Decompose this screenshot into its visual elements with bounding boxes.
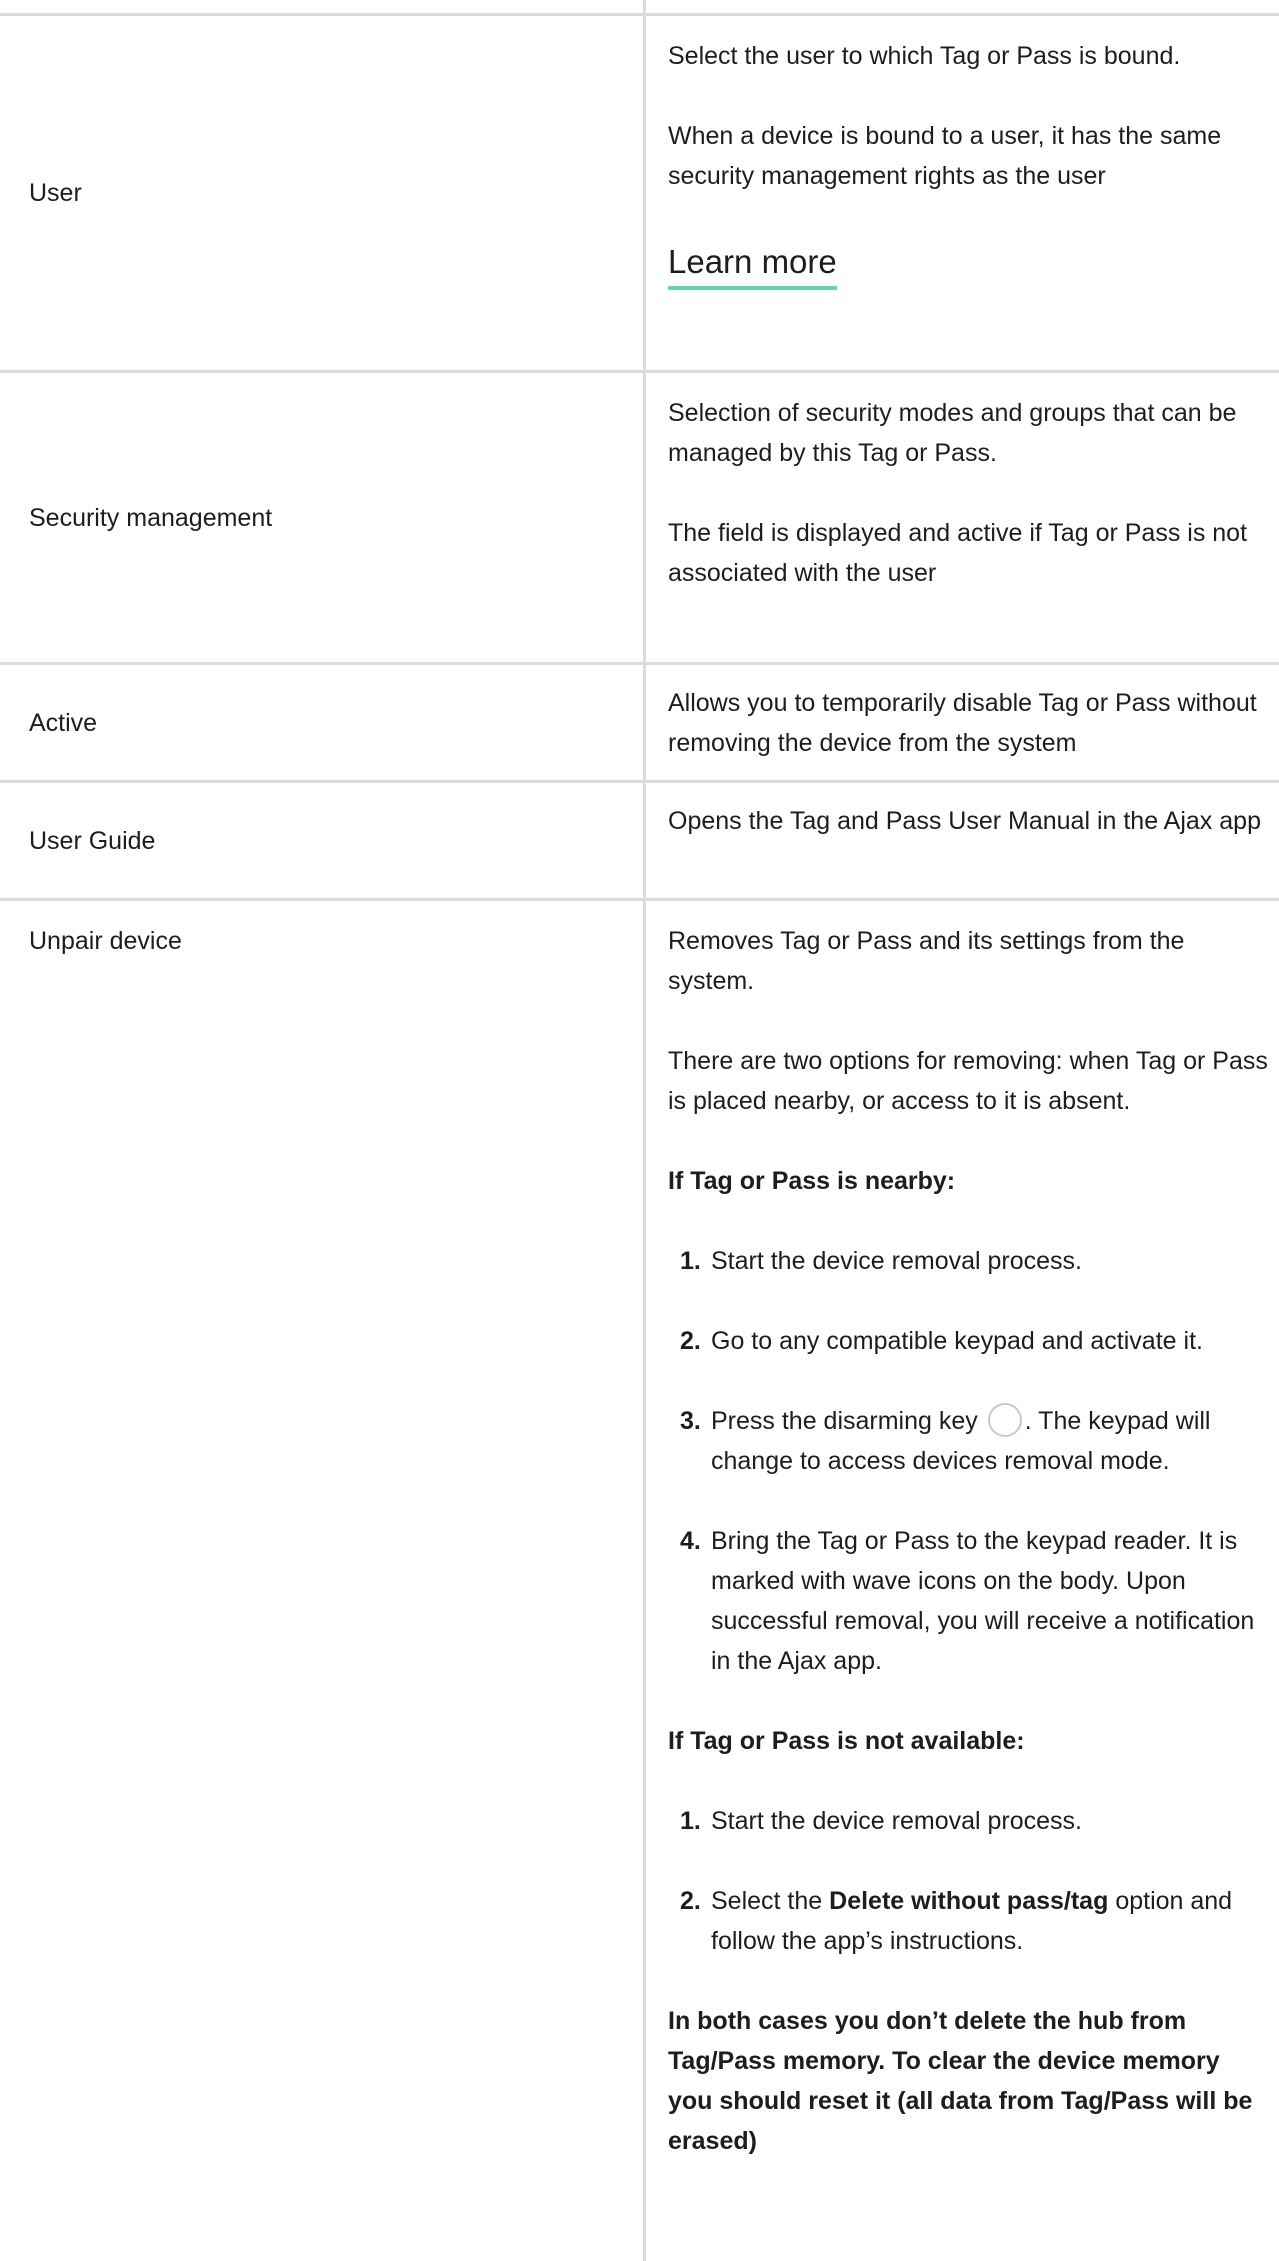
setting-desc-user: Select the user to which Tag or Pass is … <box>646 16 1279 370</box>
desc-paragraph: Opens the Tag and Pass User Manual in th… <box>668 807 1261 835</box>
step-text-before: Select the <box>711 1887 823 1915</box>
setting-name-user-guide: User Guide <box>0 783 646 898</box>
list-item: 1. Start the device removal process. <box>680 1241 1269 1281</box>
list-item: 2. Go to any compatible keypad and activ… <box>680 1321 1269 1361</box>
table-row-unpair-device: Unpair device Removes Tag or Pass and it… <box>0 901 1279 2261</box>
nearby-heading: If Tag or Pass is nearby: <box>668 1167 956 1195</box>
setting-name-security-management: Security management <box>0 373 646 662</box>
step-number: 4. <box>680 1527 701 1555</box>
step-text: Press the disarming key . The keypad wil… <box>711 1401 1269 1481</box>
desc-paragraph: There are two options for removing: when… <box>668 1047 1268 1115</box>
step-number: 3. <box>680 1407 701 1435</box>
setting-desc-security-management: Selection of security modes and groups t… <box>646 373 1279 662</box>
step-number: 2. <box>680 1327 701 1355</box>
list-item: 1. Start the device removal process. <box>680 1801 1269 1841</box>
table-row-previous <box>0 0 1279 16</box>
list-item: 2. Select the Delete without pass/tag op… <box>680 1881 1269 1961</box>
unavailable-steps-list: 1. Start the device removal process. 2. … <box>668 1801 1269 1961</box>
desc-paragraph: Select the user to which Tag or Pass is … <box>668 42 1181 70</box>
setting-desc-user-guide: Opens the Tag and Pass User Manual in th… <box>646 783 1279 898</box>
step-number: 2. <box>680 1887 701 1915</box>
list-item: 4. Bring the Tag or Pass to the keypad r… <box>680 1521 1269 1681</box>
table-cell-name <box>0 0 646 13</box>
table-row-security-management: Security management Selection of securit… <box>0 373 1279 665</box>
nearby-steps-list: 1. Start the device removal process. 2. … <box>668 1241 1269 1681</box>
disarm-key-icon <box>987 1403 1022 1437</box>
step-text: Select the Delete without pass/tag optio… <box>711 1881 1269 1961</box>
table-row-user: User Select the user to which Tag or Pas… <box>0 16 1279 373</box>
unavailable-heading: If Tag or Pass is not available: <box>668 1727 1025 1755</box>
learn-more-link[interactable]: Learn more <box>668 240 837 290</box>
setting-name-user: User <box>0 16 646 370</box>
step-number: 1. <box>680 1247 701 1275</box>
step-text: Start the device removal process. <box>711 1247 1082 1275</box>
setting-name-active: Active <box>0 665 646 780</box>
step-text: Bring the Tag or Pass to the keypad read… <box>711 1527 1255 1675</box>
list-item: 3. Press the disarming key . The keypad … <box>680 1401 1269 1481</box>
desc-paragraph: Allows you to temporarily disable Tag or… <box>668 689 1257 757</box>
step-text: Go to any compatible keypad and activate… <box>711 1327 1203 1355</box>
desc-paragraph: The field is displayed and active if Tag… <box>668 519 1248 587</box>
desc-paragraph: Selection of security modes and groups t… <box>668 399 1237 467</box>
option-name: Delete without pass/tag <box>829 1887 1109 1915</box>
desc-paragraph: Removes Tag or Pass and its settings fro… <box>668 927 1185 995</box>
setting-desc-active: Allows you to temporarily disable Tag or… <box>646 665 1279 780</box>
table-row-active: Active Allows you to temporarily disable… <box>0 665 1279 783</box>
desc-paragraph: When a device is bound to a user, it has… <box>668 122 1222 190</box>
setting-name-unpair-device: Unpair device <box>0 901 646 2261</box>
table-row-user-guide: User Guide Opens the Tag and Pass User M… <box>0 783 1279 901</box>
step-text-before: Press the disarming key <box>711 1407 978 1435</box>
setting-desc-unpair-device: Removes Tag or Pass and its settings fro… <box>646 901 1279 2261</box>
settings-table: User Select the user to which Tag or Pas… <box>0 0 1279 2261</box>
unpair-note: In both cases you don’t delete the hub f… <box>668 2007 1253 2155</box>
step-text: Start the device removal process. <box>711 1807 1082 1835</box>
step-number: 1. <box>680 1807 701 1835</box>
